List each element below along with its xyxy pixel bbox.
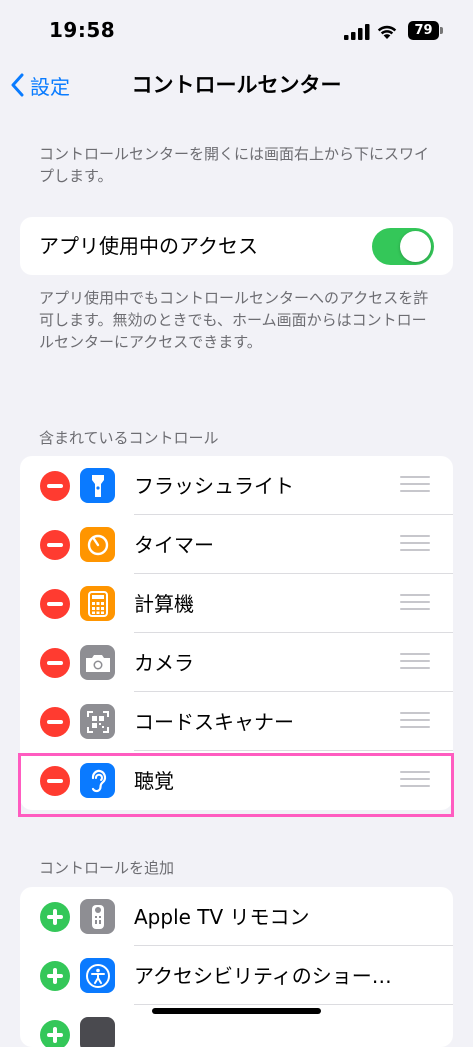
access-card: アプリ使用中のアクセス (20, 217, 453, 275)
control-label: カメラ (134, 651, 194, 675)
access-row: アプリ使用中のアクセス (20, 217, 453, 275)
flashlight-icon (80, 468, 115, 503)
status-time: 19:58 (49, 18, 116, 42)
more-row-apple-tv-remote: Apple TV リモコン (20, 887, 453, 946)
control-label: 計算機 (134, 592, 194, 616)
calculator-icon (80, 586, 115, 621)
qr-code-icon (80, 704, 115, 739)
navigation-bar: 設定 コントロールセンター (0, 60, 473, 110)
timer-icon (80, 527, 115, 562)
remove-button[interactable] (40, 707, 70, 737)
control-label: フラッシュライト (134, 474, 294, 498)
remove-button[interactable] (40, 471, 70, 501)
remove-button[interactable] (40, 530, 70, 560)
reorder-handle-icon[interactable] (400, 594, 430, 612)
remove-button[interactable] (40, 648, 70, 678)
more-row-accessibility-shortcut: アクセシビリティのショー… (20, 946, 453, 1005)
remove-button[interactable] (40, 589, 70, 619)
accessibility-icon (80, 958, 115, 993)
reorder-handle-icon[interactable] (400, 712, 430, 730)
control-row-flashlight: フラッシュライト (20, 456, 453, 515)
control-label: コードスキャナー (134, 710, 294, 734)
more-controls-header: コントロールを追加 (39, 859, 175, 877)
control-row-code-scanner: コードスキャナー (20, 692, 453, 751)
access-toggle[interactable] (372, 228, 434, 265)
included-header: 含まれているコントロール (39, 429, 219, 447)
toggle-knob (400, 231, 431, 262)
cellular-signal-icon (344, 24, 370, 40)
control-row-timer: タイマー (20, 515, 453, 574)
more-controls-list: Apple TV リモコン アクセシビリティのショー… (20, 887, 453, 1047)
remote-icon (80, 899, 115, 934)
camera-icon (80, 645, 115, 680)
control-label: アクセシビリティのショー… (134, 964, 392, 988)
page-title: コントロールセンター (131, 73, 342, 97)
battery-icon: 79 (408, 21, 439, 40)
reorder-handle-icon[interactable] (400, 535, 430, 553)
status-bar: 19:58 79 (0, 0, 473, 60)
add-button[interactable] (40, 902, 70, 932)
access-label: アプリ使用中のアクセス (39, 234, 258, 258)
battery-tip (440, 27, 443, 34)
reorder-handle-icon[interactable] (400, 476, 430, 494)
intro-note: コントロールセンターを開くには画面右上から下にスワイプします。 (39, 145, 430, 185)
highlight-frame (18, 753, 454, 817)
app-icon (80, 1017, 115, 1047)
reorder-handle-icon[interactable] (400, 653, 430, 671)
add-button[interactable] (40, 961, 70, 991)
add-button[interactable] (40, 1020, 70, 1047)
control-label: Apple TV リモコン (134, 905, 310, 929)
wifi-icon (377, 25, 397, 39)
home-indicator (152, 1008, 321, 1014)
control-label: タイマー (134, 533, 214, 557)
control-row-camera: カメラ (20, 633, 453, 692)
control-row-calculator: 計算機 (20, 574, 453, 633)
access-note: アプリ使用中でもコントロールセンターへのアクセスを許可します。無効のときでも、ホ… (39, 289, 429, 351)
